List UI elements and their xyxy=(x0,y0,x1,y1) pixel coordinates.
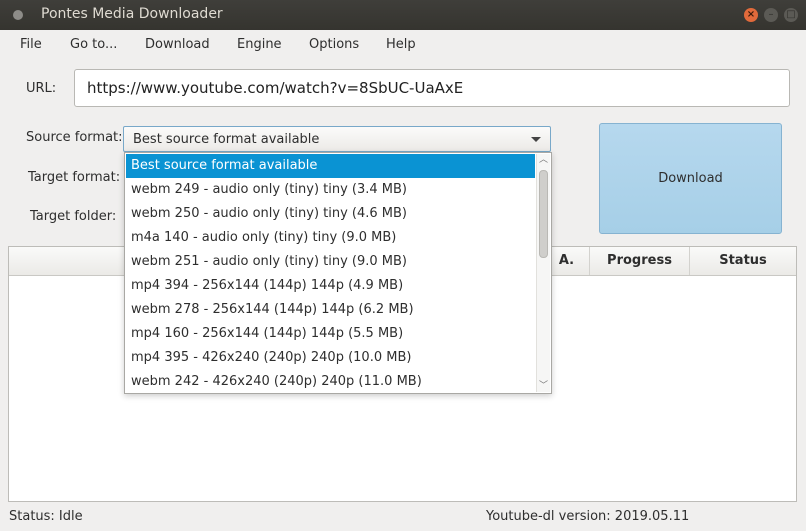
dropdown-option[interactable]: webm 249 - audio only (tiny) tiny (3.4 M… xyxy=(126,178,535,202)
close-button[interactable]: × xyxy=(744,8,758,22)
source-format-label: Source format: xyxy=(26,130,123,145)
dropdown-option[interactable]: webm 250 - audio only (tiny) tiny (4.6 M… xyxy=(126,202,535,226)
url-input[interactable]: https://www.youtube.com/watch?v=8SbUC-Ua… xyxy=(74,69,790,107)
dropdown-option[interactable]: webm 242 - 426x240 (240p) 240p (11.0 MB) xyxy=(126,370,535,394)
dropdown-option[interactable]: mp4 395 - 426x240 (240p) 240p (10.0 MB) xyxy=(126,346,535,370)
source-format-dropdown: Best source format available webm 249 - … xyxy=(124,152,552,394)
status-bar: Status: Idle Youtube-dl version: 2019.05… xyxy=(0,506,806,531)
minimize-button[interactable]: – xyxy=(764,8,778,22)
app-icon xyxy=(13,10,23,20)
scrollbar-thumb[interactable] xyxy=(539,170,548,258)
menu-download[interactable]: Download xyxy=(145,37,210,52)
target-folder-label: Target folder: xyxy=(30,209,117,224)
dropdown-scrollbar[interactable]: ︿ ﹀ xyxy=(536,154,550,392)
chevron-down-icon[interactable]: ﹀ xyxy=(539,382,548,391)
menu-file[interactable]: File xyxy=(20,37,42,52)
column-header-progress[interactable]: Progress xyxy=(589,247,689,275)
source-format-value: Best source format available xyxy=(133,132,320,147)
window-title: Pontes Media Downloader xyxy=(41,6,223,22)
title-bar: Pontes Media Downloader – □ × xyxy=(0,0,806,30)
status-text: Status: Idle xyxy=(9,509,83,524)
chevron-up-icon[interactable]: ︿ xyxy=(539,156,548,165)
target-format-label: Target format: xyxy=(28,170,121,185)
chevron-down-icon xyxy=(531,137,541,142)
url-label: URL: xyxy=(26,81,57,96)
dropdown-option[interactable]: Best source format available xyxy=(126,154,535,178)
download-button[interactable]: Download xyxy=(599,123,782,234)
column-header-status[interactable]: Status xyxy=(689,247,796,275)
maximize-button[interactable]: □ xyxy=(784,8,798,22)
menu-go-to[interactable]: Go to... xyxy=(70,37,117,52)
dropdown-option[interactable]: webm 278 - 256x144 (144p) 144p (6.2 MB) xyxy=(126,298,535,322)
dropdown-option[interactable]: mp4 160 - 256x144 (144p) 144p (5.5 MB) xyxy=(126,322,535,346)
dropdown-option[interactable]: webm 251 - audio only (tiny) tiny (9.0 M… xyxy=(126,250,535,274)
source-format-select[interactable]: Best source format available xyxy=(123,126,551,152)
dropdown-option[interactable]: mp4 394 - 256x144 (144p) 144p (4.9 MB) xyxy=(126,274,535,298)
menu-options[interactable]: Options xyxy=(309,37,359,52)
menu-bar: File Go to... Download Engine Options He… xyxy=(0,30,806,60)
menu-help[interactable]: Help xyxy=(386,37,416,52)
dropdown-option[interactable]: m4a 140 - audio only (tiny) tiny (9.0 MB… xyxy=(126,226,535,250)
menu-engine[interactable]: Engine xyxy=(237,37,282,52)
version-text: Youtube-dl version: 2019.05.11 xyxy=(486,509,690,524)
